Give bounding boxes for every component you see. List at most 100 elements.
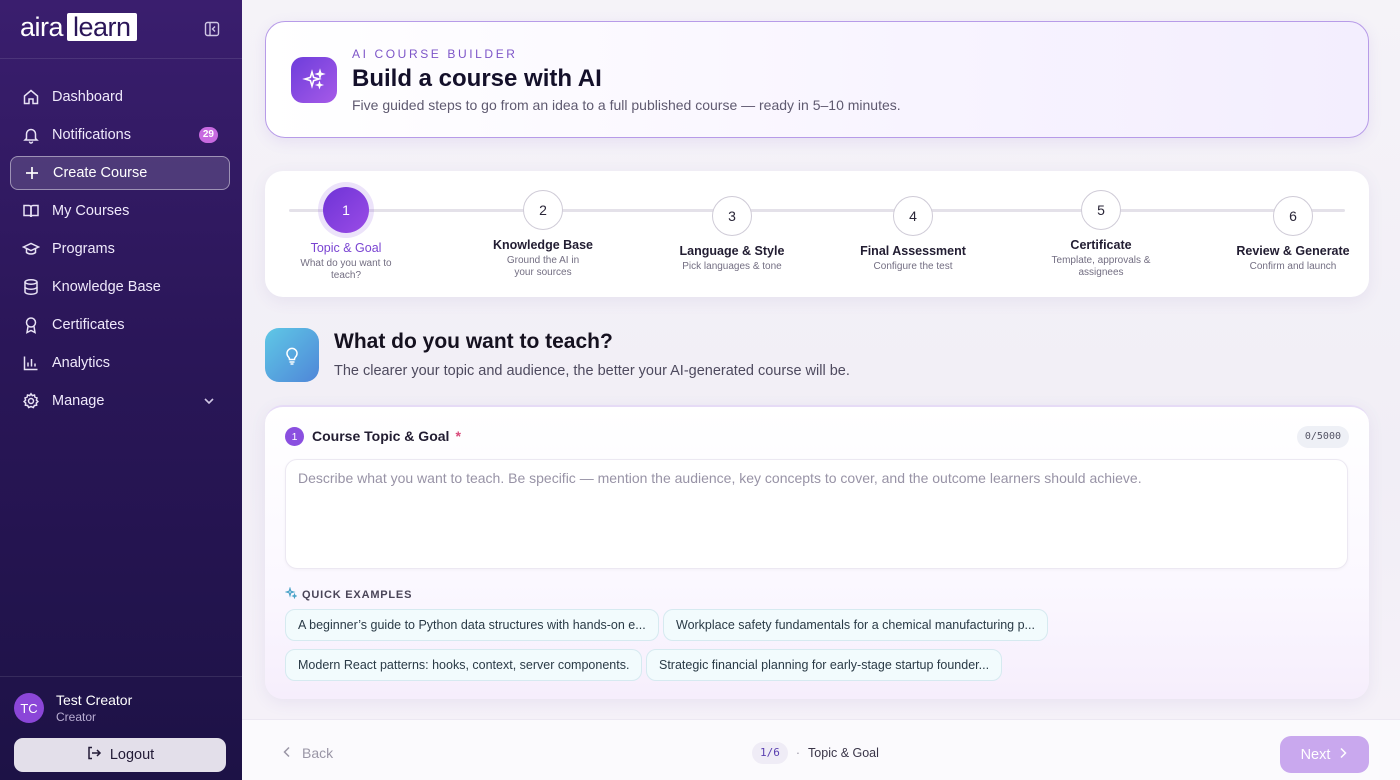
topic-goal-card: 1 Course Topic & Goal * 0/5000 QUICK EXAM… [265,405,1369,699]
step-title: Final Assessment [860,244,966,258]
chevron-down-icon[interactable] [202,394,216,413]
sparkles-icon [291,57,337,103]
example-chip[interactable]: Strategic financial planning for early-s… [646,649,1003,681]
sidebar-item-dashboard[interactable]: Dashboard [10,80,230,114]
logout-label: Logout [109,747,155,763]
sidebar-divider [0,58,242,59]
step-language-style[interactable]: 3 Language & Style Pick languages & tone [672,196,792,273]
sidebar-collapse-icon[interactable] [203,20,221,38]
gear-icon [22,392,40,410]
field-label-text: Course Topic & Goal [312,428,450,444]
step-title: Language & Style [679,244,785,258]
quick-examples-text: QUICK EXAMPLES [302,588,413,601]
step-subtitle: Confirm and launch [1249,261,1337,272]
current-step-label: Topic & Goal [808,746,879,760]
lightbulb-icon [265,328,319,382]
next-label: Next [1300,746,1331,763]
step-title: Certificate [1070,238,1132,252]
step-subtitle: Template, approvals & assignees [1051,255,1151,278]
step-progress: 1 Topic & Goal What do you want to teach… [265,171,1369,297]
step-certificate[interactable]: 5 Certificate Template, approvals & assi… [1041,190,1161,279]
field-number: 1 [285,427,304,446]
sidebar-item-certificates[interactable]: Certificates [10,308,230,342]
example-chip[interactable]: Modern React patterns: hooks, context, s… [285,649,643,681]
step-knowledge-base[interactable]: 2 Knowledge Base Ground the AI in your s… [483,190,603,279]
avatar: TC [14,693,44,723]
bar-chart-icon [22,354,40,372]
home-icon [22,88,40,106]
user-profile[interactable]: TC Test Creator Creator [14,692,132,724]
sidebar-item-programs[interactable]: Programs [10,232,230,266]
wizard-footer: Back 1/6 · Topic & Goal Next [242,719,1400,780]
sidebar-item-create-course[interactable]: Create Course [10,156,230,190]
award-icon [22,316,40,334]
sparkle-icon [284,586,302,602]
step-track [289,209,1345,212]
sidebar-item-label: Manage [52,393,105,409]
step-subtitle: What do you want to teach? [300,258,392,281]
chevron-right-icon [1330,747,1348,763]
step-review-generate[interactable]: 6 Review & Generate Confirm and launch [1233,196,1353,273]
sidebar-item-manage[interactable]: Manage [10,384,230,418]
section-subtitle: The clearer your topic and audience, the… [334,363,850,379]
logout-icon [86,745,110,765]
back-button[interactable]: Back [282,745,333,761]
section-title: What do you want to teach? [334,330,613,353]
graduation-cap-icon [22,240,40,258]
quick-examples-label: QUICK EXAMPLES [284,586,413,602]
step-number: 6 [1273,196,1313,236]
user-name: Test Creator [56,692,133,708]
step-topic-goal[interactable]: 1 Topic & Goal What do you want to teach… [286,187,406,282]
brand-logo-part2: learn [67,13,137,41]
sidebar-item-label: Create Course [53,165,148,181]
step-number: 4 [893,196,933,236]
field-label: Course Topic & Goal * [312,428,461,444]
step-number: 3 [712,196,752,236]
step-number: 2 [523,190,563,230]
step-title: Topic & Goal [310,241,382,255]
sidebar-item-label: Certificates [52,317,125,333]
separator-dot: · [795,746,801,760]
hero-eyebrow: AI COURSE BUILDER [352,47,518,61]
sidebar-item-notifications[interactable]: Notifications 29 [10,118,230,152]
example-chip[interactable]: Workplace safety fundamentals for a chem… [663,609,1048,641]
next-button[interactable]: Next [1280,736,1369,773]
sidebar-divider [0,676,242,677]
brand-logo[interactable]: aira learn [20,13,137,41]
character-counter: 0/5000 [1296,426,1349,448]
example-chip[interactable]: A beginner’s guide to Python data struct… [285,609,659,641]
user-info: Test Creator Creator [56,692,132,724]
chevron-left-icon [282,745,302,761]
step-subtitle: Configure the test [873,261,953,272]
logout-button[interactable]: Logout [14,738,226,772]
step-indicator: 1/6 · Topic & Goal [752,742,879,764]
plus-icon [23,164,41,182]
hero-banner: AI COURSE BUILDER Build a course with AI… [265,21,1369,138]
brand-logo-part1: aira [20,12,64,42]
book-icon [22,202,40,220]
course-topic-textarea[interactable] [285,459,1348,569]
sidebar-item-label: Programs [52,241,115,257]
step-final-assessment[interactable]: 4 Final Assessment Configure the test [853,196,973,273]
notification-count-badge: 29 [198,127,218,143]
page-title: Build a course with AI [352,65,602,92]
step-subtitle: Pick languages & tone [682,261,782,272]
sidebar: aira learn Dashboard Notifications 29 Cr… [0,0,242,780]
step-count-pill: 1/6 [752,742,788,764]
user-role: Creator [56,710,97,724]
sidebar-item-my-courses[interactable]: My Courses [10,194,230,228]
sidebar-item-analytics[interactable]: Analytics [10,346,230,380]
sidebar-item-label: Analytics [52,355,111,371]
sidebar-item-label: Notifications [52,127,131,143]
step-title: Review & Generate [1236,244,1350,258]
required-mark: * [455,428,461,444]
main-content: AI COURSE BUILDER Build a course with AI… [242,0,1400,780]
hero-subtitle: Five guided steps to go from an idea to … [352,97,901,113]
step-subtitle: Ground the AI in your sources [506,255,580,278]
step-number: 1 [323,187,369,233]
bell-icon [22,126,40,144]
step-number: 5 [1081,190,1121,230]
sidebar-nav: Dashboard Notifications 29 Create Course… [10,80,230,422]
sidebar-item-knowledge-base[interactable]: Knowledge Base [10,270,230,304]
step-title: Knowledge Base [492,238,594,252]
